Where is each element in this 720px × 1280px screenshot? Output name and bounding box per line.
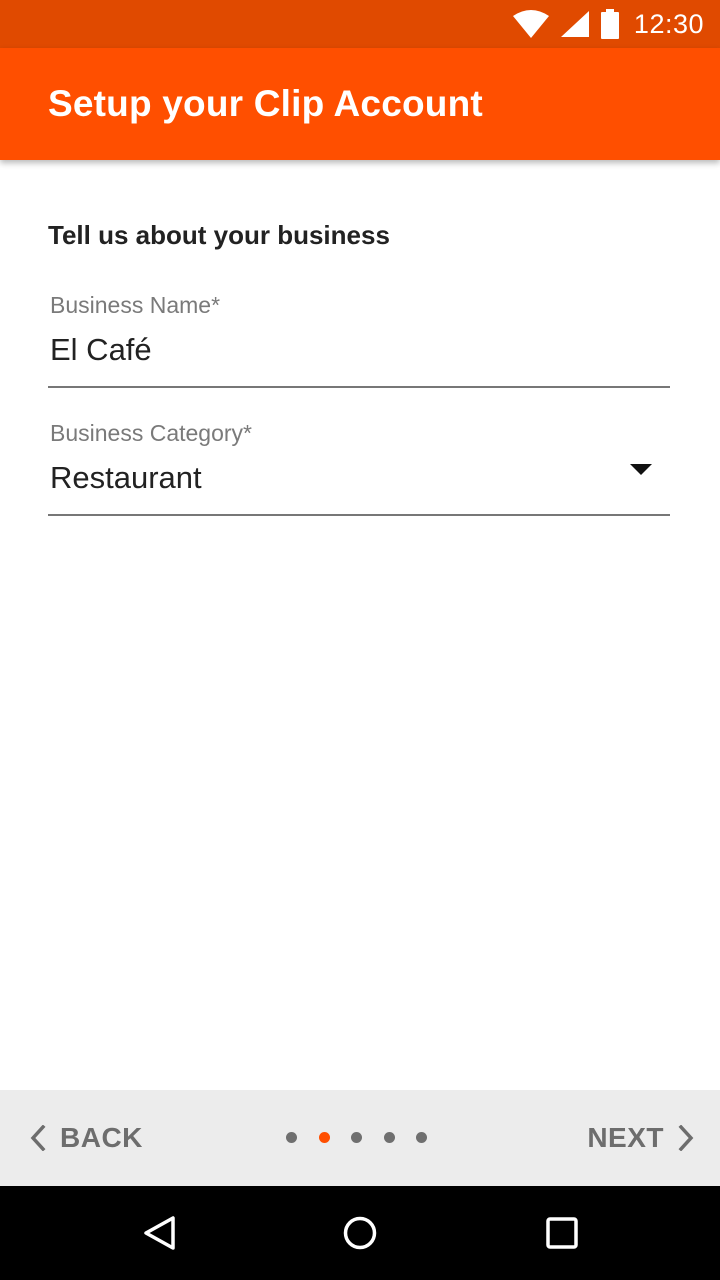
next-button-label: NEXT <box>587 1122 664 1153</box>
wifi-icon <box>512 10 550 38</box>
next-button[interactable]: NEXT <box>587 1090 694 1186</box>
page-dot <box>416 1132 427 1143</box>
back-button-label: BACK <box>60 1122 143 1153</box>
chevron-left-icon <box>30 1125 46 1151</box>
chevron-right-icon <box>678 1125 694 1151</box>
battery-icon <box>600 9 620 39</box>
page-dot <box>286 1132 297 1143</box>
business-category-underline <box>48 514 670 516</box>
business-name-underline <box>48 386 670 388</box>
page-dot-active <box>318 1132 330 1143</box>
recent-apps-icon[interactable] <box>542 1213 582 1253</box>
business-category-dropdown[interactable]: Business Category* Restaurant <box>48 418 670 516</box>
page-dot <box>383 1132 395 1143</box>
page-title: Setup your Clip Account <box>48 83 483 124</box>
back-triangle-icon[interactable] <box>140 1213 180 1253</box>
signal-icon <box>560 10 590 38</box>
system-navigation-bar <box>0 1186 720 1280</box>
section-heading: Tell us about your business <box>48 220 390 250</box>
business-name-input[interactable]: El Café <box>50 332 152 368</box>
status-bar: 12:30 <box>0 0 720 48</box>
business-name-field[interactable]: Business Name* El Café <box>48 290 670 388</box>
bottom-navigation: BACK NEXT <box>0 1090 720 1186</box>
business-name-label: Business Name* <box>50 292 221 318</box>
dropdown-arrow-icon[interactable] <box>630 464 652 475</box>
page-indicator <box>286 1132 427 1143</box>
home-circle-icon[interactable] <box>340 1213 380 1253</box>
business-category-value[interactable]: Restaurant <box>50 460 202 496</box>
status-time: 12:30 <box>633 8 704 39</box>
app-bar: Setup your Clip Account <box>0 48 720 160</box>
business-category-label: Business Category* <box>50 420 252 446</box>
back-button[interactable]: BACK <box>30 1090 143 1186</box>
page-dot <box>351 1132 362 1143</box>
